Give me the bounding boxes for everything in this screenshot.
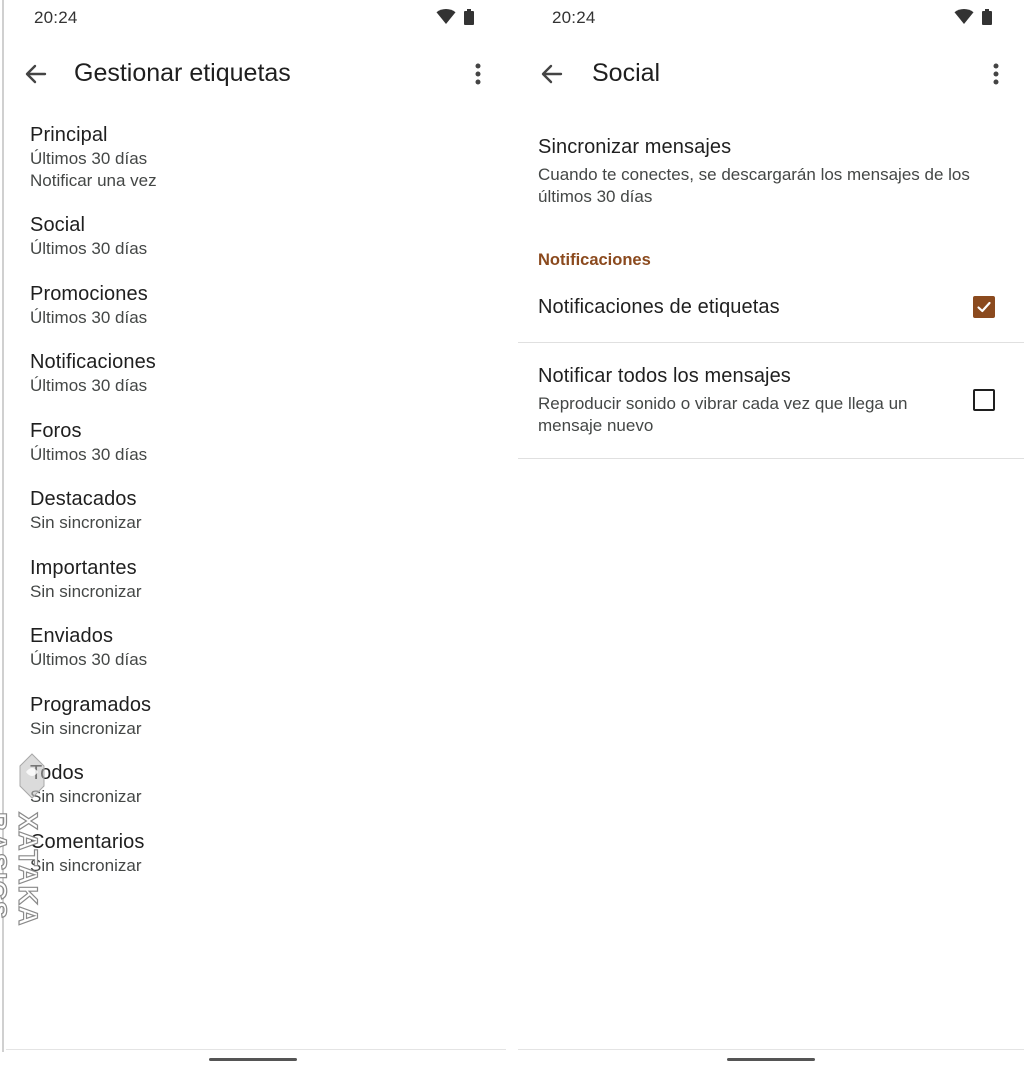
label-notifications-setting[interactable]: Notificaciones de etiquetas xyxy=(518,280,1024,342)
notifications-section-header: Notificaciones xyxy=(538,251,651,269)
status-bar: 20:24 xyxy=(6,0,506,36)
label-sync-detail: Sin sincronizar xyxy=(30,718,142,738)
label-settings-screen: 20:24 Social Sincronizar mensajes Cuando… xyxy=(518,0,1024,1069)
status-time: 20:24 xyxy=(552,8,596,27)
app-bar: Gestionar etiquetas xyxy=(6,48,506,100)
label-name: Notificaciones xyxy=(30,351,156,373)
notify-all-desc-line1: Reproducir sonido o vibrar cada vez que … xyxy=(538,394,908,413)
gesture-area-divider xyxy=(6,1049,506,1050)
status-icons xyxy=(436,9,474,25)
label-name: Todos xyxy=(30,762,84,784)
label-sync-detail: Últimos 30 días xyxy=(30,307,148,327)
label-notifications-title: Notificaciones de etiquetas xyxy=(538,296,780,318)
label-item-principal[interactable]: Principal Últimos 30 días Notificar una … xyxy=(30,122,506,212)
more-vert-icon[interactable] xyxy=(464,60,492,88)
notify-all-desc-line2: mensaje nuevo xyxy=(538,415,654,435)
label-name: Principal xyxy=(30,124,108,146)
window-edge xyxy=(2,0,4,1052)
app-bar: Social xyxy=(518,48,1024,100)
screen-divider xyxy=(506,0,518,1069)
label-sync-detail: Sin sincronizar xyxy=(30,787,142,806)
status-bar: 20:24 xyxy=(518,0,1024,36)
notify-all-checkbox[interactable] xyxy=(973,389,995,411)
sync-messages-setting[interactable]: Sincronizar mensajes Cuando te conectes,… xyxy=(518,120,1024,230)
gesture-nav-handle[interactable] xyxy=(727,1058,815,1061)
gesture-nav-handle[interactable] xyxy=(209,1058,297,1061)
page-title: Social xyxy=(592,59,661,87)
label-sync-detail: Sin sincronizar xyxy=(30,513,142,532)
gesture-area-divider xyxy=(518,1049,1024,1050)
label-item-programados[interactable]: Programados Sin sincronizar xyxy=(30,692,506,761)
label-name: Foros xyxy=(30,419,82,442)
label-sync-detail: Sin sincronizar xyxy=(30,855,142,875)
label-name: Promociones xyxy=(30,282,148,305)
label-sync-detail: Últimos 30 días xyxy=(30,444,148,464)
label-item-promociones[interactable]: Promociones Últimos 30 días xyxy=(30,281,506,350)
more-vert-icon[interactable] xyxy=(982,60,1010,88)
notify-all-title: Notificar todos los mensajes xyxy=(538,365,791,387)
page-title: Gestionar etiquetas xyxy=(74,59,291,87)
back-arrow-icon[interactable] xyxy=(538,60,566,88)
settings-divider xyxy=(518,458,1024,459)
wifi-icon xyxy=(954,9,974,24)
label-item-destacados[interactable]: Destacados Sin sincronizar xyxy=(30,486,506,555)
label-notify-detail: Notificar una vez xyxy=(30,171,157,190)
battery-icon xyxy=(982,9,992,25)
label-sync-detail: Últimos 30 días xyxy=(30,650,148,669)
label-notifications-checkbox[interactable] xyxy=(973,296,995,318)
back-arrow-icon[interactable] xyxy=(22,60,50,88)
sync-messages-desc-line2: últimos 30 días xyxy=(538,186,653,206)
label-name: Comentarios xyxy=(30,830,145,853)
label-item-importantes[interactable]: Importantes Sin sincronizar xyxy=(30,555,506,624)
label-name: Social xyxy=(30,214,86,236)
label-item-comentarios[interactable]: Comentarios Sin sincronizar xyxy=(30,829,506,898)
label-list: Principal Últimos 30 días Notificar una … xyxy=(30,122,506,897)
label-name: Programados xyxy=(30,693,152,716)
label-item-social[interactable]: Social Últimos 30 días xyxy=(30,212,506,281)
status-icons xyxy=(954,9,992,25)
label-item-enviados[interactable]: Enviados Últimos 30 días xyxy=(30,623,506,692)
notify-all-setting[interactable]: Notificar todos los mensajes Reproducir … xyxy=(518,343,1024,458)
label-item-notificaciones[interactable]: Notificaciones Últimos 30 días xyxy=(30,349,506,418)
manage-labels-screen: 20:24 Gestionar etiquetas Principal Últi… xyxy=(6,0,506,1069)
wifi-icon xyxy=(436,9,456,24)
label-sync-detail: Últimos 30 días xyxy=(30,239,148,258)
label-sync-detail: Últimos 30 días xyxy=(30,149,148,168)
sync-messages-title: Sincronizar mensajes xyxy=(538,136,732,158)
label-sync-detail: Sin sincronizar xyxy=(30,581,142,601)
sync-messages-desc-line1: Cuando te conectes, se descargarán los m… xyxy=(538,165,970,184)
check-icon xyxy=(977,301,991,313)
label-item-foros[interactable]: Foros Últimos 30 días xyxy=(30,418,506,487)
label-name: Destacados xyxy=(30,488,137,510)
label-name: Enviados xyxy=(30,625,114,647)
label-item-todos[interactable]: Todos Sin sincronizar xyxy=(30,760,506,829)
label-name: Importantes xyxy=(30,556,137,579)
status-time: 20:24 xyxy=(34,8,78,27)
battery-icon xyxy=(464,9,474,25)
label-sync-detail: Últimos 30 días xyxy=(30,376,148,395)
